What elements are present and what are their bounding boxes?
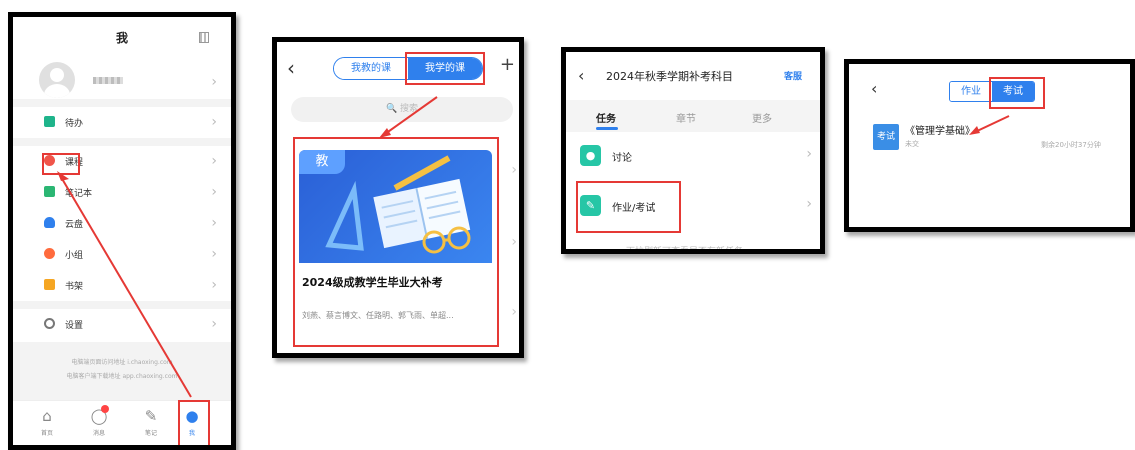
chevron-right-icon: › [806, 146, 812, 162]
course-tabs: 任务 章节 更多 [566, 100, 820, 132]
courses-panel: ‹ 我教的课 我学的课 + 🔍 搜索 教 2024级成教学生毕业大补考 刘燕、蔡… [272, 37, 524, 358]
refresh-hint: 下拉刷新可查看是否有新任务 [626, 247, 744, 254]
annotation-arrow [379, 96, 438, 138]
task-row-discussion[interactable]: ● 讨论 › [566, 134, 820, 178]
tab-chapters[interactable]: 章节 [676, 110, 696, 125]
tab-more[interactable]: 更多 [752, 110, 772, 125]
task-label: 讨论 [612, 153, 632, 164]
tab-tasks[interactable]: 任务 [596, 110, 616, 125]
service-link[interactable]: 客服 [784, 69, 802, 82]
active-tab-indicator [596, 127, 618, 130]
discussion-icon: ● [580, 145, 601, 166]
me-panel: 我 › 待办 › 课程 › 笔记本 › 云盘 › 小组 › 书架 › 设置 › … [8, 12, 236, 450]
chevron-right-icon: › [806, 196, 812, 212]
exam-panel: ‹ 作业 考试 考试 《管理学基础》 未交 剩余20小时37分钟 [844, 59, 1135, 232]
back-icon[interactable]: ‹ [578, 66, 584, 85]
annotation-arrow [969, 115, 1010, 135]
highlight-homework-exam [576, 181, 681, 233]
course-page-title: 2024年秋季学期补考科目 [606, 70, 733, 83]
annotation-arrow [57, 171, 192, 398]
course-tasks-panel: ‹ 2024年秋季学期补考科目 客服 任务 章节 更多 ● 讨论 › ✎ 作业/… [561, 47, 825, 254]
